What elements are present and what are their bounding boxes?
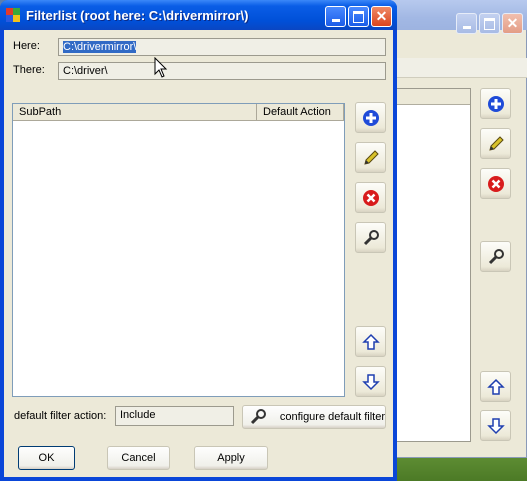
filter-list-header: SubPath Default Action (13, 104, 344, 121)
arrow-down-icon (361, 373, 380, 390)
move-down-button[interactable] (355, 366, 386, 397)
here-label: Here: (13, 40, 40, 52)
configure-default-filter-button[interactable]: configure default filter (242, 405, 386, 429)
bg-move-up-button[interactable] (480, 371, 511, 402)
pencil-icon (363, 149, 379, 165)
there-label: There: (13, 64, 45, 76)
edit-filter-button[interactable] (355, 142, 386, 173)
wrench-icon (250, 409, 266, 425)
close-button[interactable]: ✕ (371, 6, 392, 27)
apply-label: Apply (217, 452, 245, 464)
remove-icon (362, 189, 379, 206)
bg-move-down-button[interactable] (480, 410, 511, 441)
cancel-button[interactable]: Cancel (107, 446, 170, 470)
remove-icon (487, 175, 504, 192)
maximize-button[interactable] (348, 6, 369, 27)
default-filter-label: default filter action: (14, 410, 107, 422)
ok-label: OK (38, 452, 55, 464)
app-icon (6, 8, 20, 22)
configure-filter-button[interactable] (355, 222, 386, 253)
apply-button[interactable]: Apply (194, 446, 268, 470)
remove-filter-button[interactable] (355, 182, 386, 213)
there-field[interactable]: C:\driver\ (58, 62, 386, 80)
add-icon (487, 95, 504, 112)
move-up-button[interactable] (355, 326, 386, 357)
bg-configure-button[interactable] (480, 241, 511, 272)
ok-button[interactable]: OK (18, 446, 75, 470)
bg-edit-button[interactable] (480, 128, 511, 159)
mouse-cursor-icon (154, 56, 168, 82)
add-icon (362, 109, 379, 126)
arrow-up-icon (361, 333, 380, 350)
wrench-icon (488, 248, 504, 264)
background-window-list-header (396, 89, 470, 105)
there-value: C:\driver\ (63, 65, 108, 77)
bg-add-button[interactable] (480, 88, 511, 119)
default-filter-field[interactable]: Include (115, 406, 234, 426)
column-default-action[interactable]: Default Action (257, 104, 344, 120)
background-window-toolbar (381, 58, 527, 78)
default-filter-value: Include (120, 409, 156, 421)
minimize-icon (331, 19, 340, 22)
window-title: Filterlist (root here: C:\drivermirror\) (26, 8, 249, 23)
add-filter-button[interactable] (355, 102, 386, 133)
cancel-label: Cancel (121, 452, 156, 464)
filter-list[interactable] (12, 103, 345, 397)
here-field[interactable]: C:\drivermirror\ (58, 38, 386, 56)
close-icon: ✕ (375, 8, 388, 24)
arrow-down-icon (486, 417, 505, 434)
background-window-list[interactable] (395, 88, 471, 442)
maximize-icon (353, 10, 364, 23)
wrench-icon (363, 229, 379, 245)
bg-minimize-button[interactable] (456, 13, 477, 34)
arrow-up-icon (486, 378, 505, 395)
bg-close-button[interactable]: ✕ (502, 13, 523, 34)
configure-default-filter-label: configure default filter (279, 411, 385, 423)
bg-remove-button[interactable] (480, 168, 511, 199)
pencil-icon (488, 135, 504, 151)
bg-maximize-button[interactable] (479, 13, 500, 34)
here-value: C:\drivermirror\ (63, 41, 137, 53)
column-subpath[interactable]: SubPath (13, 104, 257, 120)
minimize-button[interactable] (325, 6, 346, 27)
